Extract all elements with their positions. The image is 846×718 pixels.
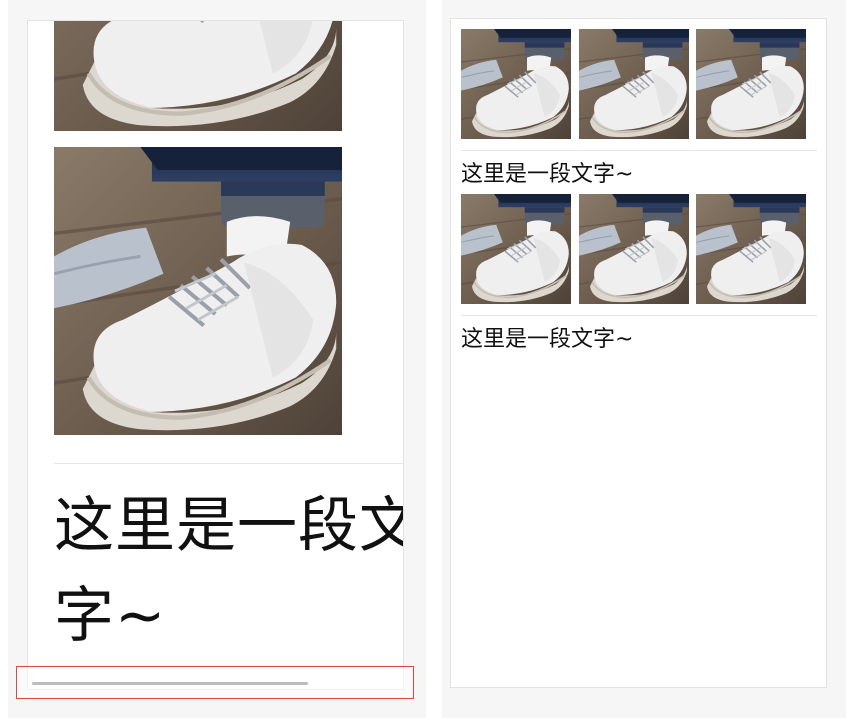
- content-divider: [54, 463, 403, 464]
- horizontal-scrollbar-highlight[interactable]: [16, 666, 414, 699]
- sneaker-image: [54, 147, 342, 435]
- sneaker-thumbnail[interactable]: [696, 194, 806, 304]
- large-caption-text: 这里是一段文 字~: [54, 481, 404, 661]
- sneaker-image-cropped: [54, 21, 342, 131]
- item-caption: 这里是一段文字~: [461, 162, 634, 187]
- sneaker-thumbnail[interactable]: [461, 29, 571, 139]
- thumbnail-row: [461, 29, 817, 139]
- item-divider: [461, 315, 817, 316]
- list-item[interactable]: 这里是一段文字~: [461, 29, 817, 187]
- caption-line-2: 字~: [54, 581, 167, 651]
- sneaker-thumbnail[interactable]: [696, 29, 806, 139]
- horizontal-scrollbar-thumb[interactable]: [32, 682, 308, 685]
- item-divider: [461, 150, 817, 151]
- sneaker-thumbnail[interactable]: [579, 29, 689, 139]
- caption-line-1: 这里是一段文: [54, 491, 404, 561]
- list-item[interactable]: 这里是一段文字~: [461, 194, 817, 352]
- sneaker-thumbnail[interactable]: [579, 194, 689, 304]
- thumbnail-row: [461, 194, 817, 304]
- item-caption: 这里是一段文字~: [461, 327, 634, 352]
- right-preview-frame: 这里是一段文字~ 这里是一段文字~: [450, 18, 827, 688]
- sneaker-thumbnail[interactable]: [461, 194, 571, 304]
- left-preview-frame[interactable]: 这里是一段文 字~: [27, 20, 404, 690]
